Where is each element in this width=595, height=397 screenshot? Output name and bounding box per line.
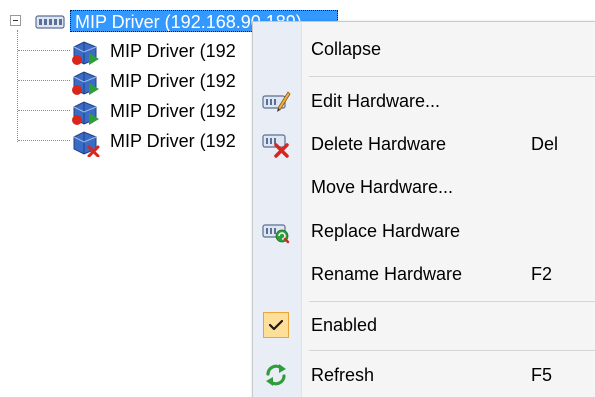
tree-child-label: MIP Driver (192 — [110, 71, 236, 91]
menu-separator — [309, 76, 595, 77]
menu-item-enabled[interactable]: Enabled — [253, 306, 595, 344]
tree-child-node[interactable]: MIP Driver (192 — [70, 128, 270, 157]
replace-hardware-icon — [262, 224, 290, 244]
checked-indicator — [263, 312, 289, 338]
menu-item-move-hardware[interactable]: Move Hardware... — [253, 168, 595, 206]
delete-hardware-icon — [262, 134, 289, 158]
screen: MIP Driver (192.168.90.189) MIP Driver (… — [0, 0, 595, 397]
tree-connector — [17, 30, 18, 142]
menu-item-label: Move Hardware... — [311, 177, 454, 197]
tree-connector — [18, 110, 70, 111]
menu-item-collapse[interactable]: Collapse — [253, 30, 595, 68]
menu-item-label: Collapse — [311, 39, 382, 59]
refresh-icon — [266, 364, 286, 386]
tree-connector — [18, 140, 70, 141]
tree-child-node[interactable]: MIP Driver (192 — [70, 38, 270, 65]
menu-item-label: Refresh — [311, 365, 375, 385]
tree-connector — [18, 80, 70, 81]
tree-child-node[interactable]: MIP Driver (192 — [70, 68, 270, 95]
tree-child-label: MIP Driver (192 — [110, 131, 236, 151]
device-warning-icon — [72, 41, 99, 65]
collapse-toggle[interactable] — [10, 15, 21, 26]
device-warning-icon — [72, 71, 99, 95]
menu-item-label: Enabled — [311, 315, 378, 335]
menu-separator — [309, 350, 595, 351]
menu-item-shortcut: F5 — [531, 365, 553, 385]
menu-item-label: Delete Hardware — [311, 134, 447, 154]
menu-item-delete-hardware[interactable]: Delete Hardware Del — [253, 125, 595, 163]
menu-item-edit-hardware[interactable]: Edit Hardware... — [253, 82, 595, 120]
context-menu: Collapse Edit Hardware... Delete Hardwar… — [252, 21, 595, 397]
menu-item-replace-hardware[interactable]: Replace Hardware — [253, 212, 595, 250]
tree-connector — [18, 50, 70, 51]
menu-item-label: Rename Hardware — [311, 264, 463, 284]
checkmark-icon — [268, 319, 284, 331]
menu-item-shortcut: F2 — [531, 264, 553, 284]
tree-child-label: MIP Driver (192 — [110, 101, 236, 121]
menu-item-rename-hardware[interactable]: Rename Hardware F2 — [253, 255, 595, 293]
menu-item-label: Replace Hardware — [311, 221, 461, 241]
menu-item-shortcut: Del — [531, 134, 559, 154]
edit-hardware-icon — [262, 91, 291, 112]
menu-item-label: Edit Hardware... — [311, 91, 441, 111]
menu-separator — [309, 301, 595, 302]
tree-child-node[interactable]: MIP Driver (192 — [70, 98, 270, 125]
tree-child-label: MIP Driver (192 — [110, 41, 236, 61]
hardware-icon — [35, 15, 65, 29]
device-warning-icon — [72, 101, 99, 125]
device-disabled-icon — [73, 131, 100, 157]
menu-item-refresh[interactable]: Refresh F5 — [253, 356, 595, 394]
